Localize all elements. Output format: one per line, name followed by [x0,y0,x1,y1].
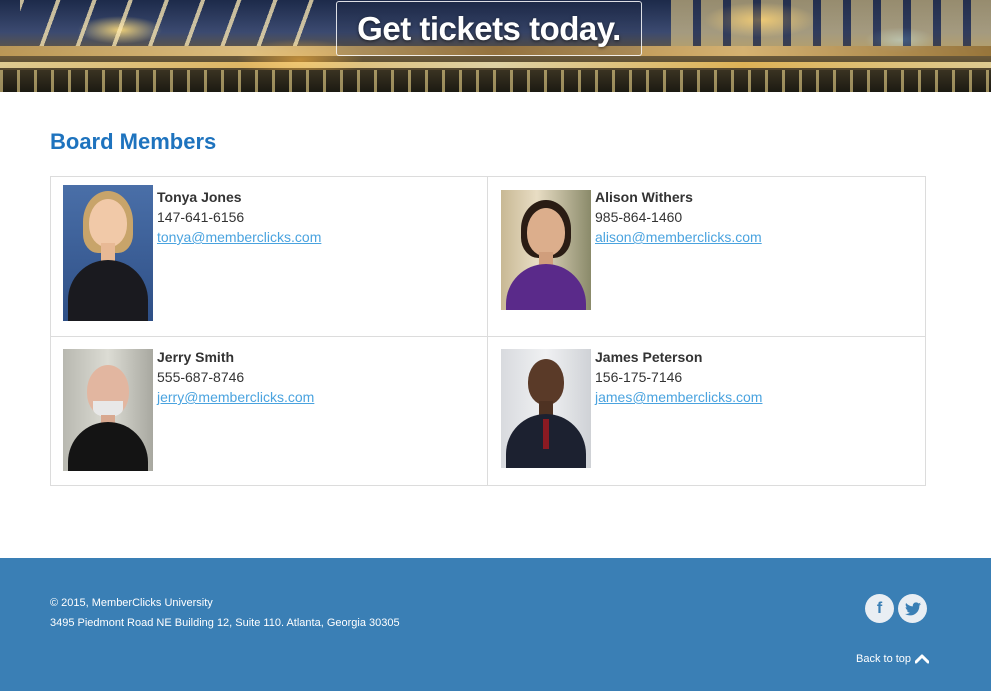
site-footer: © 2015, MemberClicks University 3495 Pie… [0,558,991,691]
member-card: Jerry Smith 555-687-8746 jerry@membercli… [51,337,488,485]
member-name: James Peterson [595,349,703,365]
member-phone: 147-641-6156 [157,209,245,225]
member-photo [501,190,591,310]
member-name: Jerry Smith [157,349,235,365]
hero-lower-lights [0,70,991,92]
footer-address: 3495 Piedmont Road NE Building 12, Suite… [50,617,400,629]
member-phone: 555-687-8746 [157,369,245,385]
member-photo [63,349,153,471]
page-title: Board Members [50,129,217,154]
hero-bridge-truss [20,0,320,46]
member-email-link[interactable]: james@memberclicks.com [595,387,762,407]
back-to-top-label: Back to top [856,653,912,665]
hero-banner: Get tickets today. [0,0,991,92]
member-email-link[interactable]: tonya@memberclicks.com [157,227,321,247]
member-card: James Peterson 156-175-7146 james@member… [488,337,925,485]
member-photo [501,349,591,468]
board-members-table: Tonya Jones 147-641-6156 tonya@membercli… [50,176,926,486]
chevron-up-icon [915,654,930,664]
get-tickets-button[interactable]: Get tickets today. [336,1,642,56]
member-card: Tonya Jones 147-641-6156 tonya@membercli… [51,177,488,337]
member-card: Alison Withers 985-864-1460 alison@membe… [488,177,925,337]
member-phone: 156-175-7146 [595,369,683,385]
twitter-icon[interactable] [898,594,927,623]
member-email-link[interactable]: alison@memberclicks.com [595,227,762,247]
back-to-top-link[interactable]: Back to top [856,653,930,665]
footer-copyright: © 2015, MemberClicks University [50,597,213,609]
hero-road-lights [0,62,991,68]
hero-city-buildings [671,0,991,46]
member-email-link[interactable]: jerry@memberclicks.com [157,387,314,407]
member-phone: 985-864-1460 [595,209,683,225]
member-photo [63,185,153,321]
member-name: Tonya Jones [157,189,242,205]
member-name: Alison Withers [595,189,693,205]
twitter-bird-glyph [904,601,921,615]
facebook-icon[interactable]: f [865,594,894,623]
